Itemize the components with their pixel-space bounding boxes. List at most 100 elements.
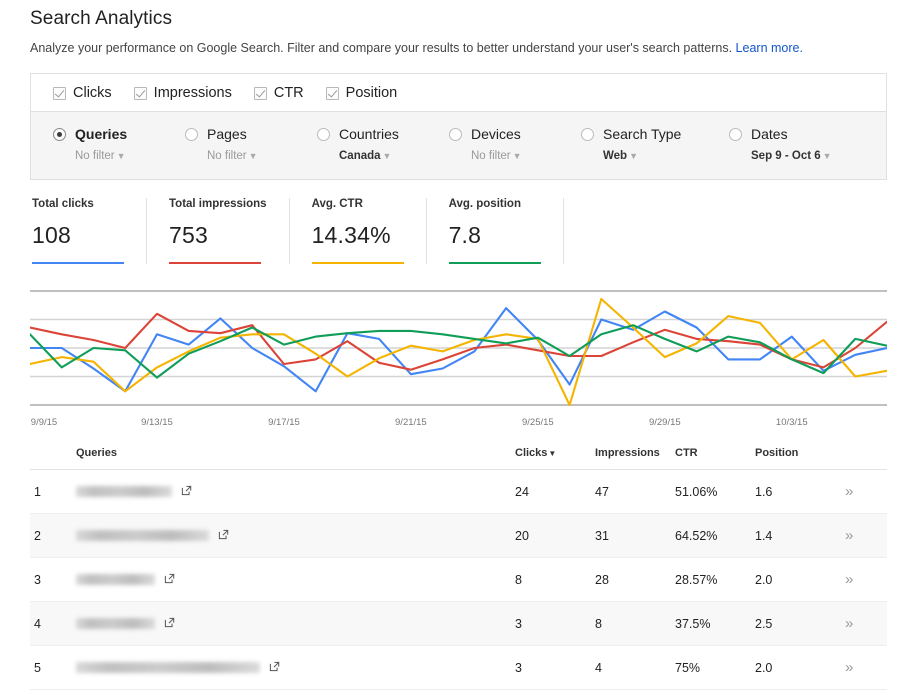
table-row[interactable]: 3 8 28 28.57% 2.0 »: [30, 557, 887, 602]
summary-card-avg-position: Avg. position 7.8: [448, 198, 564, 264]
dimension-label: Countries: [339, 126, 399, 142]
dimension-filter-search-type[interactable]: Web ▼: [603, 150, 638, 162]
radio-search-type-icon[interactable]: [581, 128, 594, 141]
chart-series-clicks: [30, 307, 887, 393]
dimension-filter-pages[interactable]: No filter ▼: [207, 150, 258, 162]
row-expand-cell[interactable]: »: [839, 557, 887, 602]
chevron-down-icon: ▼: [629, 151, 638, 161]
metric-toggle-label: Position: [345, 85, 398, 101]
dimension-filter-devices[interactable]: No filter ▼: [471, 150, 522, 162]
row-ctr: 64.52%: [669, 513, 749, 558]
summary-card-value: 7.8: [448, 222, 482, 248]
x-axis-tick-label: 9/9/15: [30, 417, 58, 428]
checkbox-checked-icon[interactable]: [325, 86, 339, 100]
sort-desc-icon: ▼: [548, 449, 557, 458]
checkbox-checked-icon[interactable]: [53, 86, 66, 100]
open-in-new-icon[interactable]: [218, 529, 229, 543]
row-impressions: 8: [589, 601, 669, 646]
metric-toggle-position[interactable]: Position: [325, 85, 398, 101]
row-query-cell[interactable]: [70, 645, 509, 690]
column-header-ctr[interactable]: CTR: [669, 440, 749, 470]
x-axis-tick-label: 9/13/15: [141, 417, 173, 428]
chevron-down-icon: ▼: [512, 151, 522, 161]
learn-more-link[interactable]: Learn more.: [736, 41, 803, 55]
chevron-double-right-icon[interactable]: »: [845, 571, 853, 588]
row-query-cell[interactable]: [70, 557, 509, 602]
row-query-cell[interactable]: [70, 513, 509, 558]
open-in-new-icon[interactable]: [181, 485, 192, 499]
row-clicks: 3: [509, 645, 589, 690]
table-row[interactable]: 4 3 8 37.5% 2.5 »: [30, 601, 887, 646]
chevron-double-right-icon[interactable]: »: [845, 527, 853, 544]
summary-card-accent-bar: [32, 262, 124, 264]
row-position: 1.6: [749, 469, 839, 514]
row-impressions: 4: [589, 645, 669, 690]
table-row[interactable]: 2 20 31 64.52% 1.4 »: [30, 513, 887, 558]
dimension-filter-value: No filter: [471, 150, 511, 162]
open-in-new-icon[interactable]: [164, 573, 175, 587]
row-expand-cell[interactable]: »: [839, 469, 887, 514]
table-row[interactable]: 1 24 47 51.06% 1.6 »: [30, 469, 887, 514]
dimension-queries[interactable]: Queries No filter ▼: [53, 125, 185, 165]
column-header-clicks[interactable]: Clicks▼: [509, 440, 589, 470]
metric-toggle-label: CTR: [273, 85, 304, 101]
dimension-filter-dates[interactable]: Sep 9 - Oct 6 ▼: [751, 150, 832, 162]
column-header-impressions[interactable]: Impressions: [589, 440, 669, 470]
chart-plot-area[interactable]: [30, 287, 887, 413]
checkbox-checked-icon[interactable]: [253, 86, 267, 100]
radio-devices-icon[interactable]: [449, 128, 462, 141]
radio-dates-icon[interactable]: [729, 128, 742, 141]
x-axis-tick-label: 9/21/15: [395, 417, 427, 428]
metrics-chart: 9/9/15 9/13/15 9/17/15 9/21/15 9/25/15 9/29/1…: [30, 287, 887, 431]
chevron-down-icon: ▼: [822, 151, 832, 161]
dimension-label: Pages: [207, 126, 247, 142]
x-axis-tick-label: 9/29/15: [648, 417, 681, 428]
metric-toggle-ctr[interactable]: CTR: [253, 85, 304, 101]
row-expand-cell[interactable]: »: [839, 645, 887, 690]
row-expand-cell[interactable]: »: [839, 513, 887, 558]
summary-card-accent-bar: [169, 262, 261, 264]
summary-card-value: 14.34%: [311, 222, 391, 248]
chevron-double-right-icon[interactable]: »: [845, 659, 853, 676]
summary-card-label: Avg. position: [448, 198, 521, 210]
dimension-search-type[interactable]: Search Type Web ▼: [581, 125, 729, 165]
redacted-query-text: [76, 618, 155, 630]
column-header-position[interactable]: Position: [749, 440, 839, 470]
row-expand-cell[interactable]: »: [839, 601, 887, 646]
row-impressions: 47: [589, 469, 669, 514]
radio-countries-icon[interactable]: [317, 128, 330, 141]
checkbox-checked-icon[interactable]: [133, 86, 147, 100]
dimension-filter-value: Canada: [339, 150, 381, 162]
summary-card-label: Total impressions: [169, 198, 267, 210]
row-rank: 4: [30, 601, 70, 646]
row-position: 2.5: [749, 601, 839, 646]
dimension-countries[interactable]: Countries Canada ▼: [317, 125, 449, 165]
summary-card-label: Avg. CTR: [311, 198, 363, 210]
redacted-query-text: [76, 574, 155, 586]
dimension-filter-queries[interactable]: No filter ▼: [75, 150, 126, 162]
row-query-cell[interactable]: [70, 469, 509, 514]
radio-queries-icon[interactable]: [53, 128, 66, 141]
row-ctr: 51.06%: [669, 469, 749, 514]
chevron-double-right-icon[interactable]: »: [845, 483, 853, 500]
radio-pages-icon[interactable]: [185, 128, 198, 141]
metric-toggle-row: Clicks Impressions CTR Position: [31, 74, 886, 112]
chevron-double-right-icon[interactable]: »: [845, 615, 853, 632]
queries-table: Queries Clicks▼ Impressions CTR Position…: [30, 440, 887, 690]
open-in-new-icon[interactable]: [269, 661, 280, 675]
dimension-filter-countries[interactable]: Canada ▼: [339, 150, 391, 162]
metric-toggle-clicks[interactable]: Clicks: [53, 85, 112, 101]
row-rank: 3: [30, 557, 70, 602]
metric-toggle-label: Clicks: [73, 85, 112, 101]
column-header-queries[interactable]: Queries: [70, 440, 509, 470]
open-in-new-icon[interactable]: [164, 617, 175, 631]
table-row[interactable]: 5 3 4 75% 2.0 »: [30, 645, 887, 690]
row-query-cell[interactable]: [70, 601, 509, 646]
dimension-dates[interactable]: Dates Sep 9 - Oct 6 ▼: [729, 125, 877, 165]
summary-card-accent-bar: [311, 262, 404, 264]
metric-toggle-impressions[interactable]: Impressions: [133, 85, 232, 101]
dimension-devices[interactable]: Devices No filter ▼: [449, 125, 581, 165]
summary-card-total-clicks: Total clicks 108: [30, 198, 147, 264]
chart-series-position: [30, 324, 887, 379]
dimension-pages[interactable]: Pages No filter ▼: [185, 125, 317, 165]
